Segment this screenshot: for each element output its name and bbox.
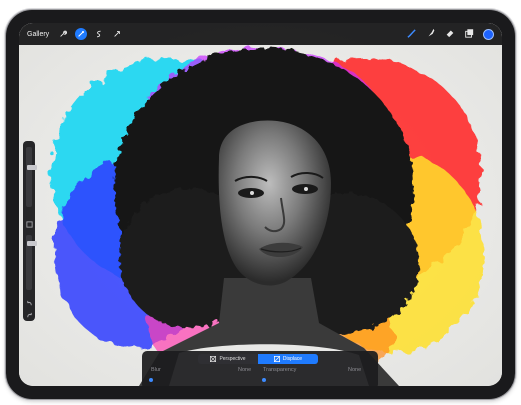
right-tool-group [406,28,494,41]
procreate-screen: Gallery Perspective Displace Blur None T… [19,23,502,386]
brush-icon[interactable] [406,28,417,41]
blur-slider-thumb[interactable] [149,378,153,382]
perspective-icon [210,356,217,362]
brush-size-slider[interactable] [26,147,37,207]
tab-perspective-label: Perspective [219,356,246,362]
transparency-value: None [348,367,362,373]
mode-tabs: Perspective Displace [198,354,318,364]
eraser-icon[interactable] [445,28,455,40]
modify-button[interactable] [25,220,33,228]
color-picker-swatch[interactable] [483,28,494,40]
left-sidebar [23,141,37,321]
smudge-icon[interactable] [426,28,436,40]
liquify-options-panel: Perspective Displace Blur None Transpare… [142,351,378,386]
displace-icon [273,356,280,362]
adjustments-icon[interactable] [75,28,88,40]
brush-size-thumb[interactable] [27,165,37,170]
artwork-canvas[interactable] [19,23,502,386]
tab-displace-label: Displace [282,356,303,362]
blur-value: None [238,367,252,373]
gallery-button[interactable]: Gallery [27,31,49,38]
top-toolbar: Gallery [19,23,502,45]
transparency-slider-thumb[interactable] [262,378,266,382]
redo-icon[interactable] [25,311,33,319]
layers-icon[interactable] [464,28,474,40]
tab-displace[interactable]: Displace [258,354,318,364]
ipad-frame: Gallery Perspective Displace Blur None T… [6,10,515,399]
transform-icon[interactable] [111,28,123,40]
tab-perspective[interactable]: Perspective [198,354,258,364]
transparency-label: Transparency [263,367,297,373]
wrench-icon[interactable] [57,28,69,40]
selection-icon[interactable] [93,28,105,40]
opacity-slider[interactable] [26,235,37,290]
undo-icon[interactable] [25,299,33,307]
opacity-thumb[interactable] [27,241,37,246]
blur-label: Blur [151,367,161,373]
